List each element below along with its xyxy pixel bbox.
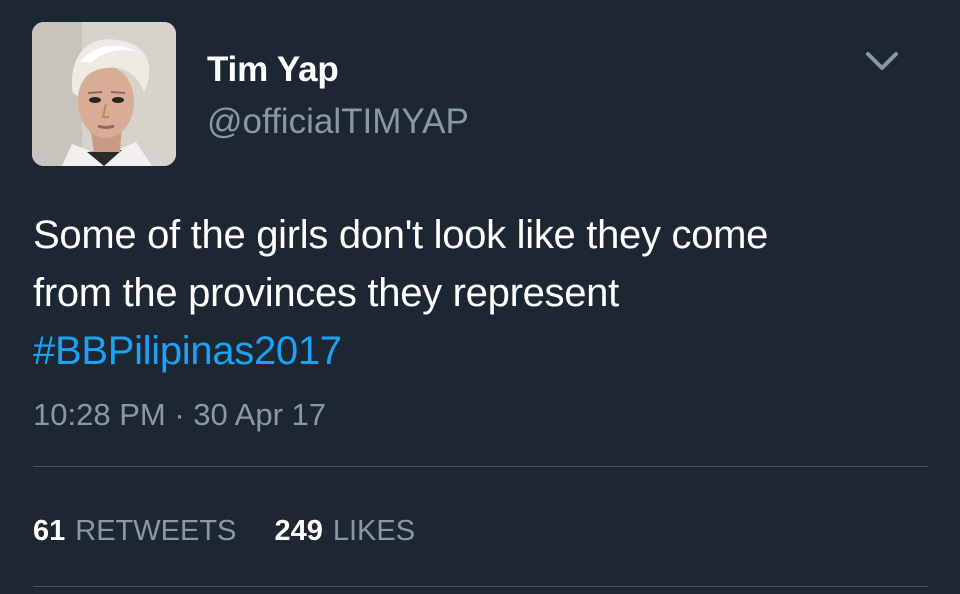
hashtag-link[interactable]: #BBPilipinas2017 (33, 322, 933, 380)
retweets-stat[interactable]: 61 RETWEETS (33, 509, 236, 553)
engagement-stats: 61 RETWEETS 249 LIKES (33, 509, 445, 553)
tweet-text: Some of the girls don't look like they c… (33, 206, 933, 380)
avatar-photo (32, 22, 176, 166)
chevron-down-icon[interactable] (862, 48, 902, 76)
likes-count: 249 (274, 515, 323, 547)
tweet-text-line: from the provinces they represent (33, 271, 619, 315)
likes-stat[interactable]: 249 LIKES (274, 509, 415, 553)
author-handle[interactable]: @officialTIMYAP (207, 100, 469, 144)
divider (33, 466, 928, 467)
retweets-count: 61 (33, 515, 66, 547)
tweet-card: Tim Yap @officialTIMYAP Some of the girl… (0, 0, 960, 594)
tweet-date: 30 Apr 17 (193, 397, 326, 432)
divider (33, 586, 928, 587)
author-display-name[interactable]: Tim Yap (207, 48, 339, 92)
tweet-time: 10:28 PM (33, 397, 166, 432)
retweets-label: RETWEETS (75, 515, 237, 547)
tweet-timestamp[interactable]: 10:28 PM · 30 Apr 17 (33, 393, 326, 437)
avatar[interactable] (32, 22, 176, 166)
tweet-text-line: Some of the girls don't look like they c… (33, 213, 769, 257)
likes-label: LIKES (332, 515, 416, 547)
timestamp-separator: · (174, 397, 185, 432)
